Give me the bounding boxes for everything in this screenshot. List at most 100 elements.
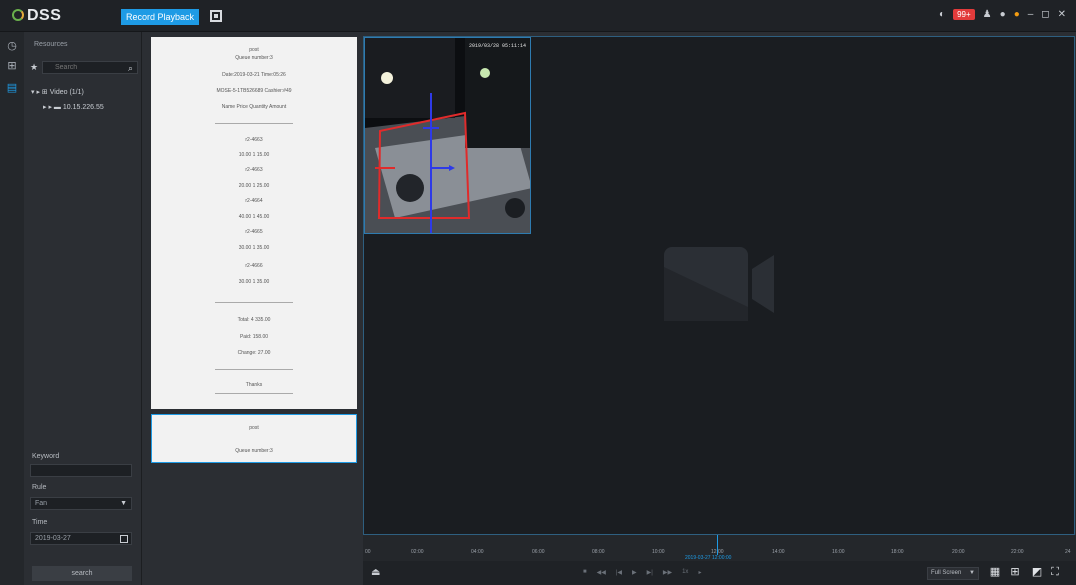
next-frame-icon[interactable]: ▶| — [647, 569, 653, 576]
playback-timeline[interactable]: 00 02:00 04:00 06:00 08:00 10:00 12:00 1… — [363, 535, 1076, 561]
receipt-date: Date:2019-03-21 Time:05:26 — [222, 72, 286, 78]
receipt-item: 10.00 1 15.00 — [238, 152, 270, 158]
receipt-divider — [215, 369, 293, 370]
speed-label[interactable]: 1x — [682, 569, 688, 576]
snapshot-icon[interactable]: ◩ — [1031, 566, 1043, 578]
fullscreen-select[interactable]: Full Screen ▼ — [927, 567, 979, 580]
timeline-cursor[interactable] — [717, 535, 718, 555]
receipt-header: post — [249, 425, 259, 431]
tab-record-playback[interactable]: Record Playback — [121, 9, 199, 25]
receipt-item: r2-4665 — [245, 229, 263, 235]
receipt-total: Total: 4 335.00 — [237, 317, 271, 323]
receipt-item: r2-4663 — [245, 167, 263, 173]
tree-node-video-label: Video (1/1) — [49, 89, 84, 96]
grid-view-icon[interactable]: ⊞ — [6, 60, 18, 72]
receipt-divider — [215, 393, 293, 394]
app-logo: DSS — [12, 7, 61, 25]
video-area[interactable]: 2019/03/28 05:11:14 — [363, 36, 1075, 535]
receipt-queue: Queue number:3 — [235, 448, 273, 454]
speed-up-icon[interactable]: ▸ — [698, 569, 701, 576]
transport-controls: ■ ◀◀ |◀ ▶ ▶| ▶▶ 1x ▸ — [583, 569, 701, 576]
timeline-tick: 14:00 — [772, 549, 785, 555]
receipt-item: r2-4666 — [245, 263, 263, 269]
timeline-tick: 22:00 — [1011, 549, 1024, 555]
panel-title: Resources — [34, 41, 68, 48]
receipt-card-selected[interactable]: post Queue number:3 — [151, 414, 357, 463]
playback-controls: ⏏ ■ ◀◀ |◀ ▶ ▶| ▶▶ 1x ▸ Full Screen ▼ ▦ ⊞ … — [363, 561, 1076, 585]
keyword-input[interactable] — [30, 464, 132, 477]
alarm-badge[interactable]: 99+ — [953, 9, 975, 20]
video-placeholder-icon — [664, 247, 774, 321]
fast-forward-icon[interactable]: ▶▶ — [663, 569, 672, 576]
receipt-item: 20.00 1 25.00 — [238, 183, 270, 189]
timeline-tick: 00 — [365, 549, 371, 555]
receipt-columns: Name Price Quantity Amount — [221, 104, 287, 110]
user-icon[interactable]: ♟ — [983, 9, 992, 20]
receipt-paid: Paid: 158.00 — [239, 334, 269, 340]
receipt-divider — [215, 302, 293, 303]
timeline-tick: 24 — [1065, 549, 1071, 555]
time-input[interactable]: 2019-03-27 — [30, 532, 132, 545]
play-icon[interactable]: ▶ — [632, 569, 637, 576]
camera-window[interactable]: 2019/03/28 05:11:14 — [364, 37, 531, 234]
fullscreen-select-label: Full Screen — [931, 570, 962, 576]
receipt-item: r2-4663 — [245, 137, 263, 143]
logo-ring-icon — [12, 9, 24, 21]
restore-icon[interactable]: ◻ — [1041, 9, 1049, 20]
receipt-divider — [215, 123, 293, 124]
receipt-queue: Queue number:3 — [235, 55, 273, 61]
window-controls: ◐ 99+ ♟ ● ● – ◻ ✕ — [939, 9, 1066, 20]
notification-icon[interactable]: ● — [1014, 9, 1020, 20]
close-icon[interactable]: ✕ — [1058, 9, 1066, 20]
rule-label: Rule — [32, 484, 47, 491]
receipt-change: Change: 27.00 — [237, 350, 271, 356]
receipt-item: 30.00 1 35.00 — [238, 245, 270, 251]
top-bar: DSS Record Playback ◐ 99+ ♟ ● ● – ◻ ✕ — [0, 0, 1076, 32]
receipt-item: 30.00 1 35.00 — [238, 279, 270, 285]
receipt-header: post — [249, 47, 259, 53]
search-icon[interactable]: ⌕ — [128, 63, 133, 74]
chevron-down-icon: ▼ — [969, 570, 975, 576]
receipt-item: r2-4664 — [245, 198, 263, 204]
layout-9-icon[interactable]: ⊞ — [1009, 566, 1021, 578]
camera-timestamp: 2019/03/28 05:11:14 — [468, 43, 526, 49]
download-icon[interactable]: ⏏ — [371, 567, 380, 578]
time-input-value: 2019-03-27 — [35, 535, 71, 542]
tree-search-input[interactable] — [43, 62, 133, 73]
layout-4-icon[interactable]: ▦ — [989, 566, 1001, 578]
camera-feed-image — [365, 38, 530, 233]
left-nav: ◷ ⊞ ▤ — [0, 32, 24, 585]
receipt-model: MOSE-5-1TB526689 Cashier:#49 — [216, 88, 292, 94]
keyword-label: Keyword — [32, 453, 60, 460]
device-list-icon[interactable]: ▤ — [6, 82, 18, 94]
timeline-tick: 20:00 — [952, 549, 965, 555]
tree-search[interactable]: ⌕ — [42, 61, 138, 74]
tree-node-camera[interactable]: ▸ ▸ ▬ 10.15.226.55 — [43, 103, 104, 111]
fullscreen-icon[interactable]: ⛶ — [1049, 566, 1061, 578]
timeline-tick: 04:00 — [471, 549, 484, 555]
tree-node-camera-label: 10.15.226.55 — [62, 104, 104, 111]
rule-select-value: Fan — [35, 500, 48, 507]
history-icon[interactable]: ◷ — [6, 40, 18, 52]
timeline-tick: 18:00 — [891, 549, 904, 555]
rule-select[interactable]: Fan ▼ — [30, 497, 132, 510]
rewind-icon[interactable]: ◀◀ — [597, 569, 606, 576]
chevron-down-icon: ▼ — [120, 500, 127, 507]
timeline-tick: 02:00 — [411, 549, 424, 555]
receipt-card[interactable]: post Queue number:3 Date:2019-03-21 Time… — [151, 37, 357, 409]
stop-icon[interactable]: ■ — [583, 569, 587, 576]
settings-icon[interactable]: ● — [1000, 9, 1006, 20]
sound-icon[interactable]: ◐ — [939, 9, 945, 20]
receipt-thanks: Thanks — [245, 382, 263, 388]
search-button[interactable]: search — [32, 566, 132, 581]
timeline-tick: 16:00 — [832, 549, 845, 555]
receipt-item: 40.00 1 45.00 — [238, 214, 270, 220]
tree-node-video[interactable]: ▾ ▸ ⊞ Video (1/1) — [31, 88, 84, 96]
prev-frame-icon[interactable]: |◀ — [616, 569, 622, 576]
minimize-icon[interactable]: – — [1028, 9, 1034, 20]
favorite-icon[interactable]: ★ — [30, 62, 38, 73]
time-label: Time — [32, 519, 48, 526]
timeline-tick: 06:00 — [532, 549, 545, 555]
calendar-icon[interactable] — [120, 535, 128, 543]
add-tab-icon[interactable] — [210, 10, 222, 22]
